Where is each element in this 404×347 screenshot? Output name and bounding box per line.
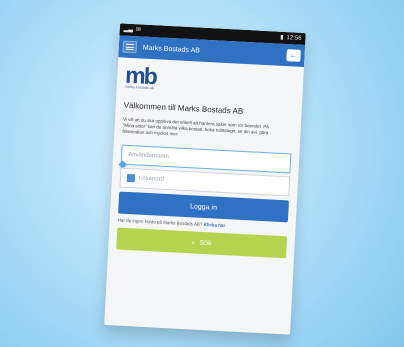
username-placeholder: Användarnamn (127, 151, 169, 161)
welcome-text: Vi vill att du ska uppleva det enkelt at… (122, 116, 269, 137)
menu-button[interactable] (122, 40, 138, 54)
welcome-title: Välkommen till Marks Bostads AB (123, 100, 244, 116)
menu-line-icon (125, 43, 134, 46)
password-icon (126, 173, 136, 183)
app-title: Marks Bostads AB (142, 44, 201, 55)
menu-line-icon (125, 48, 134, 51)
signal-icon: ▂▃ (123, 26, 134, 34)
status-right: ▮ 12:56 (280, 32, 302, 45)
main-content: mb marks bostads ab Välkommen till Marks… (108, 57, 304, 259)
signup-prompt: Har du ingen konto på Marks Bostads AB? (117, 217, 203, 227)
logo: mb marks bostads ab (124, 61, 170, 91)
login-button-label: Logga in (189, 202, 218, 212)
mail-icon: ✉ (135, 27, 142, 34)
phone-screen: ▂▃ ✉ ▮ 12:56 Marks Bostads AB ← mb marks… (104, 23, 306, 335)
back-button[interactable]: ← (286, 49, 301, 62)
logo-mark: mb (124, 61, 157, 90)
battery-icon: ▮ (280, 34, 284, 41)
search-button-label: Sök (199, 239, 212, 247)
search-button[interactable]: ⌕ Sök (116, 227, 288, 259)
login-button[interactable]: Logga in (118, 191, 289, 223)
status-left: ▂▃ ✉ (123, 24, 142, 37)
password-placeholder: Lösenord (138, 175, 165, 183)
search-icon: ⌕ (191, 238, 196, 247)
status-time: 12:56 (286, 35, 302, 42)
signup-link[interactable]: Klicka här (204, 222, 226, 228)
menu-line-icon (125, 46, 134, 48)
